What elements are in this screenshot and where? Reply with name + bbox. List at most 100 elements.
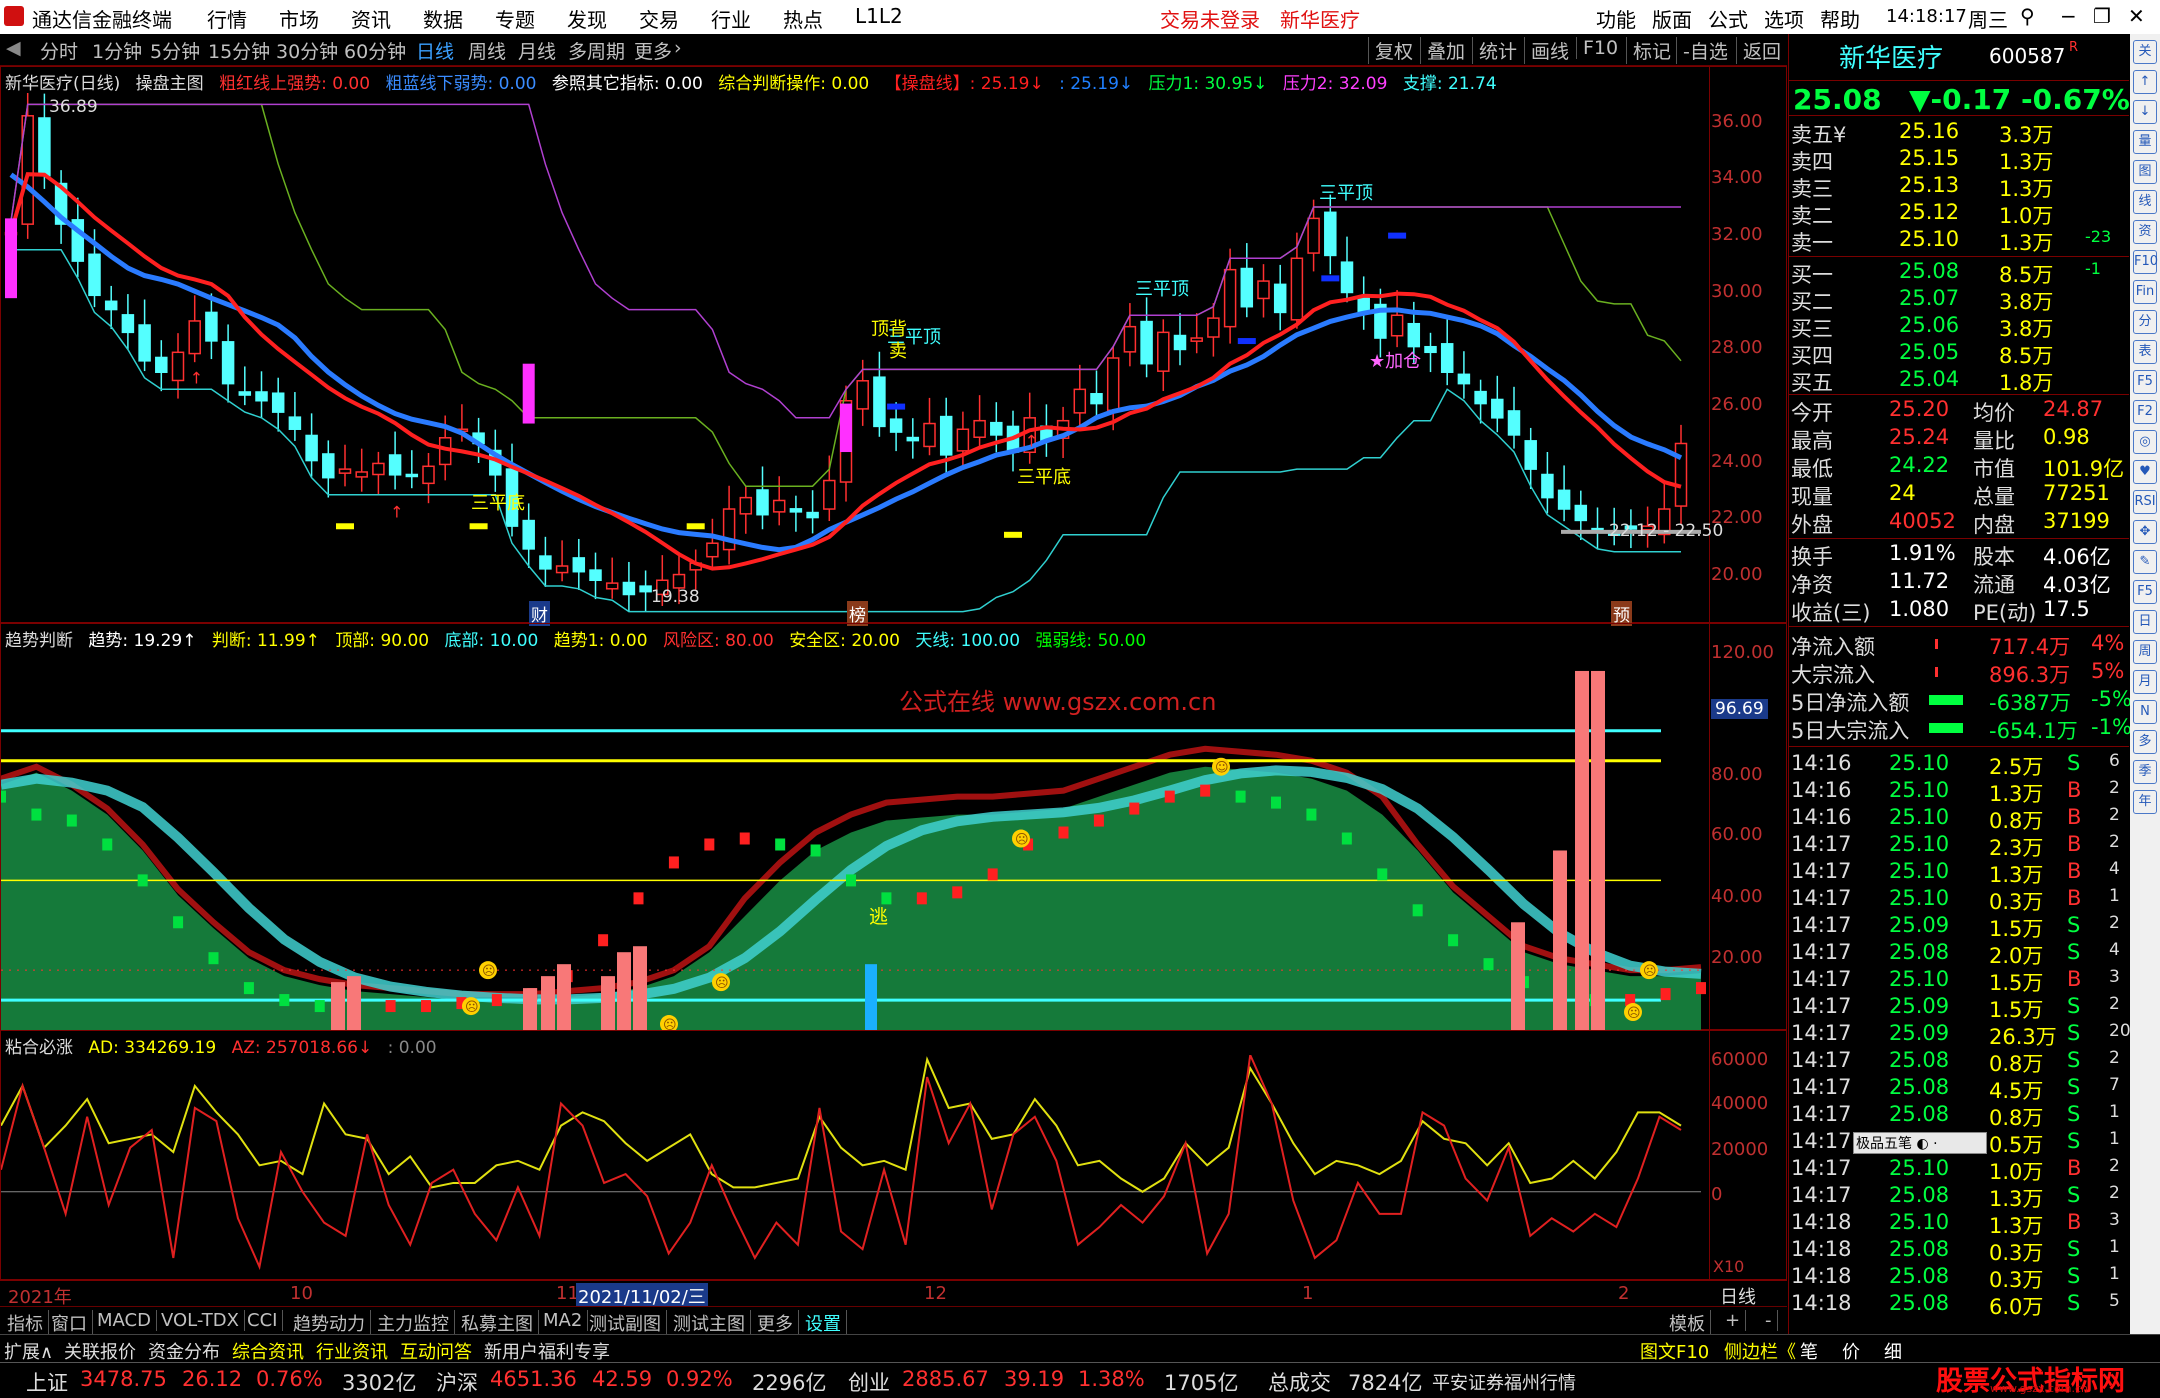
info-link[interactable]: 新用户福利专享 <box>484 1338 610 1364</box>
menu-item[interactable]: 公式 <box>1708 4 1748 33</box>
side-icon[interactable]: 资 <box>2133 220 2157 244</box>
zoom-out-button[interactable]: - <box>1760 1310 1778 1331</box>
side-link[interactable]: 图文F10 <box>1640 1338 1709 1364</box>
side-icon[interactable]: 季 <box>2133 760 2157 784</box>
toolbar-button[interactable]: 复权 <box>1368 37 1413 64</box>
ime-toolbar[interactable]: 极品五笔 ◐ · <box>1853 1132 1987 1154</box>
side-tab[interactable]: 价 <box>1842 1338 1860 1364</box>
stat-row[interactable]: 净资 11.72 流通 4.03亿 <box>1789 568 2129 597</box>
side-icon[interactable]: RSI <box>2133 490 2157 514</box>
indicator-tab[interactable]: 趋势动力 <box>288 1310 371 1336</box>
trend-indicator-panel[interactable]: 趋势判断 趋势: 19.29↑ 判断: 11.99↑ 顶部: 90.00 底部:… <box>0 623 1787 1031</box>
side-icon[interactable]: 量 <box>2133 130 2157 154</box>
toolbar-button[interactable]: 画线 <box>1524 37 1569 64</box>
tick-row[interactable]: 14:17 25.08 4.5万 S 7 <box>1789 1074 2129 1103</box>
menu-item[interactable]: 资讯 <box>351 4 391 33</box>
side-icon[interactable]: ◎ <box>2133 430 2157 454</box>
legend-formula[interactable]: 操盘主图 <box>136 74 204 94</box>
tick-row[interactable]: 14:16 25.10 1.3万 B 2 <box>1789 777 2129 806</box>
side-link[interactable]: 侧边栏《 <box>1724 1338 1796 1364</box>
side-icon[interactable]: Fin <box>2133 280 2157 304</box>
bid-row[interactable]: 买二 25.07 3.8万 <box>1789 285 2129 314</box>
tick-row[interactable]: 14:17 25.10 0.3万 B 1 <box>1789 885 2129 914</box>
stick-indicator-panel[interactable]: 粘合必涨 AD: 334269.19 AZ: 257018.66↓ : 0.00… <box>0 1030 1787 1281</box>
indicator-tab[interactable]: 私募主图 <box>456 1310 539 1336</box>
indicator-tab[interactable]: 窗口 <box>46 1310 93 1336</box>
stat-row[interactable]: 最高 25.24 量比 0.98 <box>1789 424 2129 453</box>
period-tab[interactable]: 多周期 <box>568 37 625 64</box>
tick-row[interactable]: 14:17 25.08 2.0万 S 4 <box>1789 939 2129 968</box>
period-tab[interactable]: 分时 <box>40 37 78 64</box>
side-icon[interactable]: 多 <box>2133 730 2157 754</box>
stick-chart[interactable] <box>1 1055 1709 1280</box>
side-icon[interactable]: F2 <box>2133 400 2157 424</box>
indicator-tab[interactable]: MACD <box>92 1310 157 1331</box>
menu-item[interactable]: 选项 <box>1764 4 1804 33</box>
indicator-tab[interactable]: 主力监控 <box>372 1310 455 1336</box>
indicator-tab[interactable]: 指标 <box>2 1310 49 1336</box>
chevron-right-icon[interactable]: › <box>674 37 682 59</box>
zoom-in-button[interactable]: + <box>1720 1310 1747 1331</box>
menu-item[interactable]: 热点 <box>783 4 823 33</box>
stat-row[interactable]: 收益(三) 1.080 PE(动) 17.5 <box>1789 596 2129 625</box>
menu-item[interactable]: 行业 <box>711 4 751 33</box>
stat-row[interactable]: 今开 25.20 均价 24.87 <box>1789 396 2129 425</box>
side-tab[interactable]: 笔 <box>1800 1338 1818 1364</box>
side-icon[interactable]: 关 <box>2133 40 2157 64</box>
stat-row[interactable]: 换手 1.91% 股本 4.06亿 <box>1789 540 2129 569</box>
period-tab[interactable]: 周线 <box>468 37 506 64</box>
period-tab-active[interactable]: 日线 <box>416 37 454 64</box>
ask-row[interactable]: 卖五¥ 25.16 3.3万 <box>1789 118 2129 147</box>
side-icon[interactable]: 表 <box>2133 340 2157 364</box>
info-link[interactable]: 行业资讯 <box>316 1338 388 1364</box>
tick-row[interactable]: 14:18 25.10 1.3万 B 3 <box>1789 1209 2129 1238</box>
menu-item[interactable]: 发现 <box>567 4 607 33</box>
flow-row[interactable]: 大宗流入 896.3万 5% <box>1789 658 2129 687</box>
menu-item[interactable]: 专题 <box>495 4 535 33</box>
tick-row[interactable]: 14:17 25.08 0.8万 S 2 <box>1789 1047 2129 1076</box>
bid-row[interactable]: 买四 25.05 8.5万 <box>1789 339 2129 368</box>
period-tab[interactable]: 30分钟 <box>276 37 338 64</box>
side-icon[interactable]: 图 <box>2133 160 2157 184</box>
close-icon[interactable]: ✕ <box>2128 4 2145 28</box>
tick-row[interactable]: 14:17 25.10 1.0万 B 2 <box>1789 1155 2129 1184</box>
side-icon[interactable]: ↑ <box>2133 70 2157 94</box>
period-tab[interactable]: 月线 <box>518 37 556 64</box>
info-link[interactable]: 扩展∧ <box>4 1338 53 1364</box>
info-link[interactable]: 互动问答 <box>400 1338 472 1364</box>
bid-row[interactable]: 买一 25.08 8.5万 -1 <box>1789 258 2129 287</box>
menu-item[interactable]: 交易 <box>639 4 679 33</box>
bid-row[interactable]: 买五 25.04 1.8万 <box>1789 366 2129 395</box>
tick-row[interactable]: 14:17 25.09 1.5万 S 2 <box>1789 912 2129 941</box>
info-link[interactable]: 资金分布 <box>148 1338 220 1364</box>
period-tab[interactable]: 15分钟 <box>208 37 270 64</box>
tick-row[interactable]: 14:17 25.09 26.3万 S 20 <box>1789 1020 2131 1049</box>
indicator-tab[interactable]: CCI <box>242 1310 284 1331</box>
index-name[interactable]: 上证 <box>26 1367 68 1397</box>
kline-chart[interactable]: ↑ ↑ ↑ <box>1 93 1709 623</box>
stat-row[interactable]: 最低 24.22 市值 101.9亿 <box>1789 452 2129 481</box>
tick-row[interactable]: 14:16 25.10 0.8万 B 2 <box>1789 804 2129 833</box>
tick-row[interactable]: 14:18 25.08 6.0万 S 5 <box>1789 1290 2129 1319</box>
indicator-tab[interactable]: 测试主图 <box>668 1310 751 1336</box>
toolbar-button[interactable]: 标记 <box>1626 37 1671 64</box>
side-icon[interactable]: F5 <box>2133 370 2157 394</box>
side-icon[interactable]: ✎ <box>2133 550 2157 574</box>
side-icon[interactable]: F5 <box>2133 580 2157 604</box>
side-icon[interactable]: 日 <box>2133 610 2157 634</box>
template-button[interactable]: 模板 <box>1664 1310 1711 1336</box>
tick-row[interactable]: 14:18 25.08 0.3万 S 1 <box>1789 1236 2129 1265</box>
indicator-tab[interactable]: VOL-TDX <box>156 1310 245 1331</box>
stat-row[interactable]: 外盘 40052 内盘 37199 <box>1789 508 2129 537</box>
trade-login-link[interactable]: 交易未登录 <box>1160 4 1260 33</box>
tick-row[interactable]: 14:17 25.10 1.5万 B 3 <box>1789 966 2129 995</box>
ask-row[interactable]: 卖四 25.15 1.3万 <box>1789 145 2129 174</box>
tick-row[interactable]: 14:17 25.10 1.3万 B 4 <box>1789 858 2129 887</box>
expand-icon[interactable]: ◀ <box>6 37 21 59</box>
period-tab[interactable]: 5分钟 <box>150 37 200 64</box>
bid-row[interactable]: 买三 25.06 3.8万 <box>1789 312 2129 341</box>
indicator-tab[interactable]: 设置 <box>800 1310 847 1336</box>
toolbar-button[interactable]: 叠加 <box>1420 37 1465 64</box>
side-icon[interactable]: 线 <box>2133 190 2157 214</box>
menu-item[interactable]: 数据 <box>423 4 463 33</box>
